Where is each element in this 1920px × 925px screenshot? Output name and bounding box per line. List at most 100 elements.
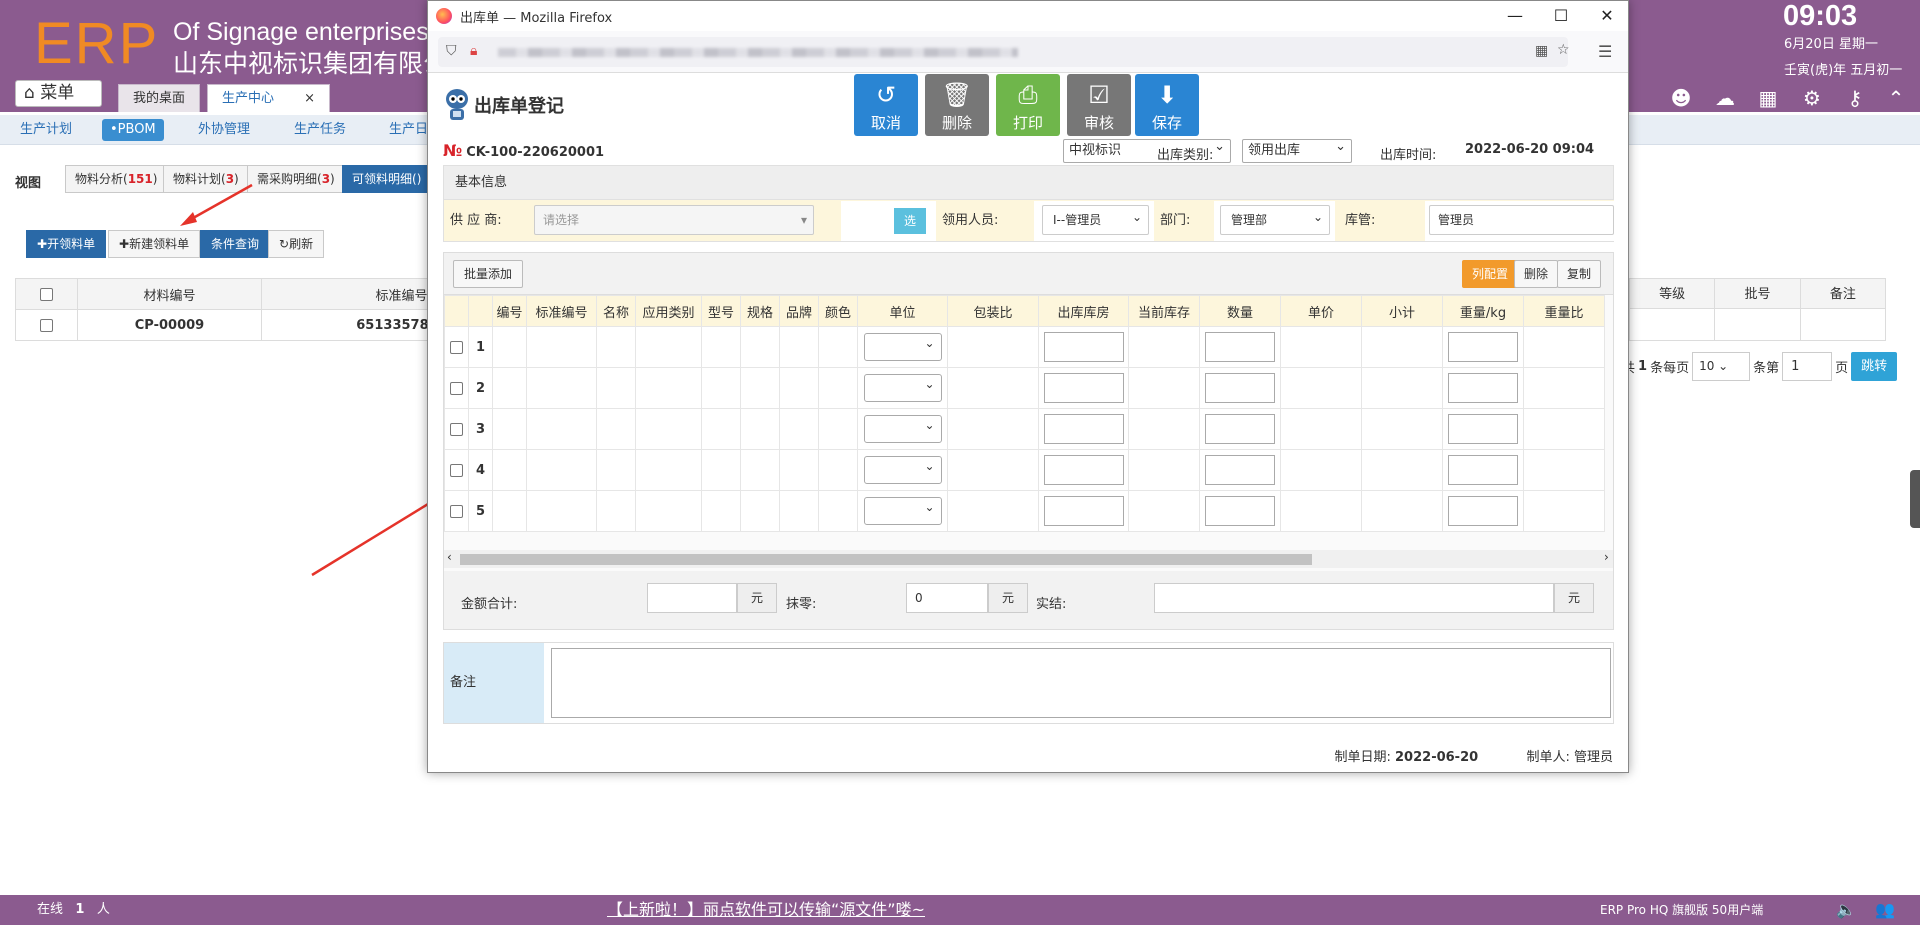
grid-cell[interactable] [1280,490,1362,532]
page-jump-button[interactable]: 跳转 [1851,352,1898,381]
grid-cell[interactable] [492,490,527,532]
row-checkbox[interactable] [450,504,463,518]
grid-cell[interactable] [740,367,780,409]
weight-input[interactable] [1448,496,1518,526]
dept-select[interactable]: 管理部 [1220,203,1330,235]
quantity-input[interactable] [1205,496,1275,526]
weight-input[interactable] [1448,332,1518,362]
minimize-button[interactable]: — [1492,1,1538,31]
unit-select[interactable] [863,497,942,525]
row-delete-button[interactable]: 删除 [1514,260,1559,288]
grid-cell[interactable] [1523,408,1605,450]
quantity-input[interactable] [1205,414,1275,444]
weight-input[interactable] [1448,373,1518,403]
row-checkbox[interactable] [450,422,463,436]
new-picking-button[interactable]: ✚新建领料单 [108,230,201,258]
grid-cell[interactable] [740,326,780,368]
notice-link[interactable]: 【上新啦！】丽点软件可以传输“源文件”喽~ [607,895,925,925]
total-amount-input[interactable] [647,583,737,613]
grid-cell[interactable] [947,408,1039,450]
grid-cell[interactable] [779,490,819,532]
page-number-input[interactable]: 1 [1782,352,1833,381]
grid-cell[interactable] [818,326,858,368]
open-picking-button[interactable]: ✚开领料单 [26,230,107,258]
view-tab-material-plan[interactable]: 物料计划(3) [163,165,249,193]
grid-cell[interactable] [818,449,858,491]
unit-select[interactable] [863,456,942,484]
subnav-production-task[interactable]: 生产任务 [294,115,346,145]
audit-button[interactable]: ☑ 审核 [1067,74,1131,136]
keeper-input[interactable]: 管理员 [1429,205,1614,235]
tab-my-desktop[interactable]: 我的桌面 [118,84,201,112]
grid-cell[interactable] [947,490,1039,532]
grid-cell[interactable] [947,449,1039,491]
grid-cell[interactable] [779,449,819,491]
bookmark-star-icon[interactable]: ☆ [1557,42,1570,58]
select-all-checkbox[interactable] [40,287,53,301]
grid-cell[interactable] [492,326,527,368]
receiver-select[interactable]: I--管理员 [1042,203,1149,235]
row-check-cell[interactable] [444,408,469,450]
print-button[interactable]: ⎙ 打印 [996,74,1060,136]
row-check-cell[interactable] [15,309,78,341]
scroll-thumb[interactable] [460,554,1312,565]
batch-add-button[interactable]: 批量添加 [453,260,524,288]
grid-cell[interactable] [635,449,702,491]
row-copy-button[interactable]: 复制 [1557,260,1602,288]
quantity-input[interactable] [1205,373,1275,403]
grid-cell[interactable] [492,408,527,450]
page-size-select[interactable]: 10 ⌄ [1692,352,1751,381]
qr-code-icon[interactable]: ▦ [1535,43,1548,59]
grid-cell[interactable] [1523,490,1605,532]
column-config-button[interactable]: 列配置 [1462,260,1519,288]
grid-cell[interactable] [635,408,702,450]
subnav-outsourcing[interactable]: 外协管理 [198,115,250,145]
grid-cell[interactable] [596,367,636,409]
grid-cell[interactable] [1523,449,1605,491]
row-check-cell[interactable] [444,326,469,368]
grid-cell[interactable] [635,490,702,532]
grid-cell[interactable] [779,408,819,450]
grid-cell[interactable] [740,490,780,532]
grid-cell[interactable] [701,490,741,532]
grid-cell[interactable] [1523,326,1605,368]
query-button[interactable]: 条件查询 [200,230,271,258]
unit-select[interactable] [863,415,942,443]
grid-cell[interactable] [779,367,819,409]
volume-icon[interactable]: 🔈 [1836,895,1856,925]
weight-input[interactable] [1448,414,1518,444]
grid-cell[interactable] [596,326,636,368]
users-icon[interactable]: 👥 [1875,895,1895,925]
collapse-icon[interactable]: ⌃ [1884,86,1908,110]
menu-button[interactable]: ⌂ 菜单 [15,80,102,107]
scroll-left-icon[interactable]: ‹ [447,550,452,564]
subnav-production-plan[interactable]: 生产计划 [20,115,72,145]
grid-cell[interactable] [596,490,636,532]
unit-select[interactable] [863,333,942,361]
grid-cell[interactable] [947,367,1039,409]
grid-cell[interactable] [526,449,597,491]
grid-cell[interactable] [596,408,636,450]
grid-cell[interactable] [947,326,1039,368]
cancel-button[interactable]: ↺ 取消 [854,74,918,136]
hamburger-menu-icon[interactable]: ☰ [1598,42,1612,61]
grid-cell[interactable] [596,449,636,491]
view-tab-purchase-detail[interactable]: 需采购明细(3) [247,165,345,193]
key-icon[interactable]: ⚷ [1843,86,1867,110]
grid-cell[interactable] [779,326,819,368]
tab-production-center[interactable]: 生产中心 × [207,84,331,112]
shield-icon[interactable]: ⛉ [446,43,457,59]
url-input[interactable]: ⛉ 🔒︎ ▦ ☆ [438,37,1570,67]
grid-cell[interactable] [701,367,741,409]
out-type-select[interactable]: 领用出库 [1242,136,1352,163]
grid-cell[interactable] [526,490,597,532]
user-icon[interactable]: ☻ [1669,86,1693,110]
scroll-right-icon[interactable]: › [1604,550,1609,564]
save-button[interactable]: ⬇ 保存 [1135,74,1199,136]
view-tab-pickable-detail[interactable]: 可领料明细() [342,165,432,193]
grid-cell[interactable] [492,449,527,491]
row-check-cell[interactable] [444,449,469,491]
select-all-cell[interactable] [15,278,78,310]
grid-cell[interactable] [1280,449,1362,491]
row-checkbox[interactable] [450,381,463,395]
